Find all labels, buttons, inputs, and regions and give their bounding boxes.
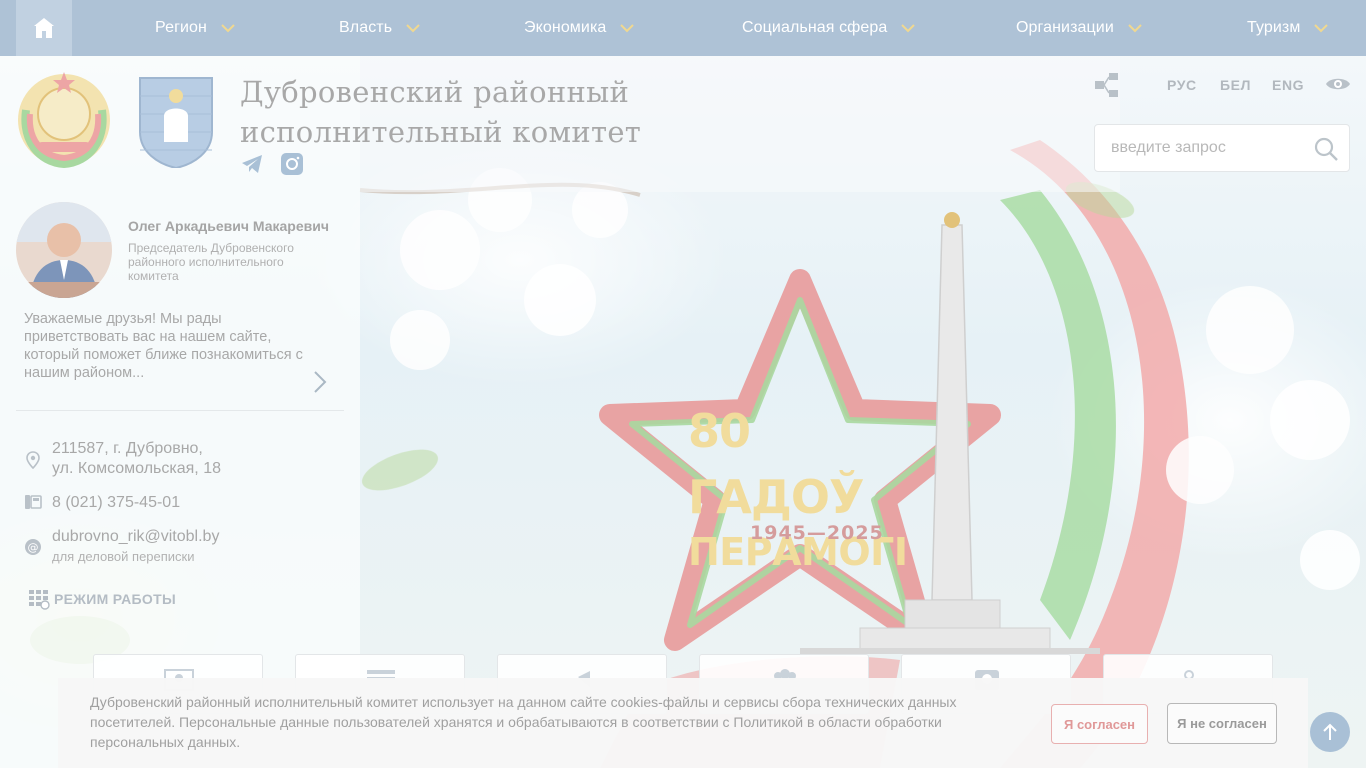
nav-item-label: Экономика: [524, 19, 607, 36]
leader-role: Председатель Дубровенского районного исп…: [128, 241, 294, 283]
location-pin-icon: [26, 451, 40, 469]
working-hours-label: РЕЖИМ РАБОТЫ: [54, 591, 176, 607]
banner-headline-line1: 80 ГАДОЎ: [688, 404, 864, 524]
scroll-to-top-button[interactable]: [1310, 712, 1350, 752]
working-hours-link[interactable]: РЕЖИМ РАБОТЫ: [28, 588, 176, 610]
address-line2: ул. Комсомольская, 18: [52, 460, 221, 477]
nav-item-social[interactable]: Социальная сфера: [742, 0, 916, 56]
nav-item-power[interactable]: Власть: [339, 0, 420, 56]
email-icon: @: [25, 539, 41, 555]
welcome-text: Уважаемые друзья! Мы рады приветствовать…: [24, 311, 303, 381]
leader-name[interactable]: Олег Аркадьевич Макаревич: [128, 218, 329, 234]
chevron-down-icon: [406, 24, 420, 33]
banner-headline: 80 ГАДОЎ ПЕРАМОГІ 1945—2025: [688, 398, 938, 574]
nav-item-tourism[interactable]: Туризм: [1247, 0, 1329, 56]
search-icon[interactable]: [1313, 136, 1339, 162]
lang-be[interactable]: БЕЛ: [1220, 77, 1251, 93]
cookie-agree-button[interactable]: Я согласен: [1051, 704, 1148, 744]
leader-avatar: [16, 202, 112, 298]
cookie-banner: Дубровенский районный исполнительный ком…: [58, 678, 1308, 768]
home-button[interactable]: [16, 0, 72, 56]
coat-of-arms-icon: [139, 77, 213, 168]
state-emblem-icon: [18, 72, 110, 168]
address: 211587, г. Дубровно, ул. Комсомольская, …: [52, 439, 221, 479]
home-icon: [34, 18, 54, 38]
nav-item-economy[interactable]: Экономика: [524, 0, 635, 56]
nav-item-label: Власть: [339, 19, 393, 36]
phone-number[interactable]: 8 (021) 375-45-01: [52, 493, 180, 513]
chevron-down-icon: [1314, 24, 1329, 33]
schedule-icon: [29, 590, 50, 610]
lang-en[interactable]: ENG: [1272, 77, 1304, 93]
top-navigation: Регион Власть Экономика Социальная сфера…: [0, 0, 1366, 56]
nav-item-label: Социальная сфера: [742, 19, 888, 36]
chevron-down-icon: [1128, 24, 1142, 33]
cookie-disagree-button[interactable]: Я не согласен: [1167, 703, 1277, 744]
svg-text:@: @: [28, 541, 39, 554]
nav-item-region[interactable]: Регион: [155, 0, 235, 56]
search-box: [1094, 124, 1350, 172]
divider: [16, 410, 344, 411]
nav-item-label: Регион: [155, 19, 207, 36]
banner-years: 1945—2025: [750, 522, 884, 544]
accessibility-eye-icon[interactable]: [1325, 74, 1351, 94]
address-line1: 211587, г. Дубровно,: [52, 440, 203, 457]
chevron-down-icon: [620, 24, 635, 33]
site-title-line1: Дубровенский районный: [240, 75, 630, 109]
site-title-line2: исполнительный комитет: [240, 115, 642, 149]
lang-ru[interactable]: РУС: [1167, 77, 1197, 93]
email-note: для деловой переписки: [52, 549, 195, 564]
telegram-icon[interactable]: [240, 152, 264, 176]
site-title: Дубровенский районный исполнительный ком…: [240, 72, 660, 152]
phone-icon: [25, 495, 42, 509]
site-map-icon[interactable]: [1094, 72, 1120, 98]
nav-item-label: Организации: [1016, 19, 1114, 36]
instagram-icon[interactable]: [280, 152, 304, 176]
email-address[interactable]: dubrovno_rik@vitobl.by: [52, 527, 219, 547]
chevron-down-icon: [901, 24, 916, 33]
nav-item-organizations[interactable]: Организации: [1016, 0, 1142, 56]
search-input[interactable]: [1095, 125, 1305, 171]
chevron-right-icon[interactable]: [312, 370, 328, 394]
nav-item-label: Туризм: [1247, 19, 1301, 36]
cookie-text: Дубровенский районный исполнительный ком…: [90, 694, 957, 750]
arrow-up-icon: [1323, 723, 1337, 740]
leader-photo[interactable]: [16, 202, 112, 298]
chevron-down-icon: [221, 24, 235, 33]
